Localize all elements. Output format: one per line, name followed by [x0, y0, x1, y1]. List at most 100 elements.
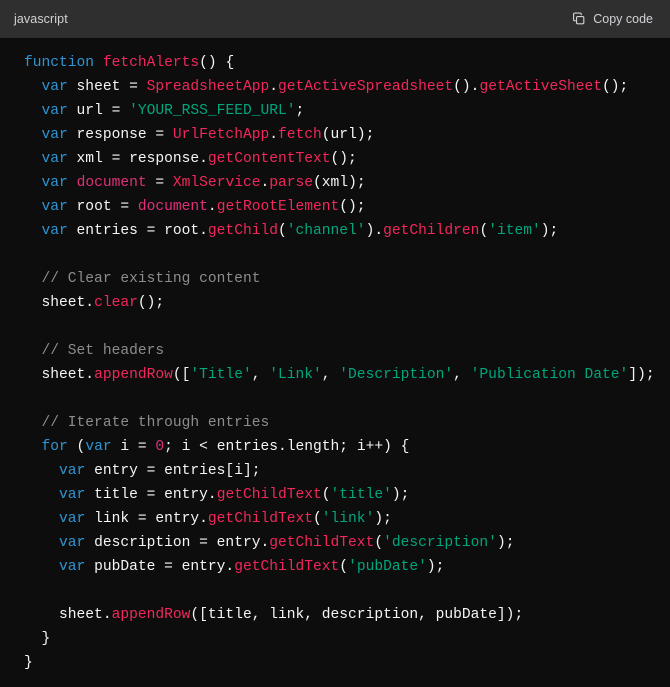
code-token: (); [137, 295, 165, 311]
code-token: ( [313, 511, 322, 527]
code-line: var document = XmlService.parse(xml); [0, 171, 670, 195]
code-token: XmlService [172, 175, 261, 191]
code-token: SpreadsheetApp [146, 79, 270, 95]
code-token: entries = root. [67, 223, 208, 239]
code-token: fetchAlerts [102, 55, 200, 71]
code-line: function fetchAlerts() { [0, 51, 670, 75]
code-token: root = [67, 199, 138, 215]
code-token: getActiveSpreadsheet [278, 79, 454, 95]
code-token: (); [339, 199, 366, 215]
code-token: var [41, 175, 68, 191]
code-token: ([title, link, description, pubDate]); [190, 607, 524, 623]
code-line: var title = entry.getChildText('title'); [0, 483, 670, 507]
code-token: xml = response. [67, 151, 208, 167]
code-token: ); [391, 487, 410, 503]
code-token: var [59, 511, 86, 527]
code-token: (); [330, 151, 357, 167]
code-token: pubDate = entry. [85, 559, 235, 575]
code-token: getChildren [383, 223, 480, 239]
code-token: 0 [155, 439, 165, 455]
code-token: ( [479, 223, 489, 239]
code-token: ; [295, 103, 305, 119]
code-token: 'item' [488, 223, 541, 239]
copy-code-label: Copy code [593, 12, 653, 26]
code-line: sheet.clear(); [0, 291, 670, 315]
code-line: for (var i = 0; i < entries.length; i++)… [0, 435, 670, 459]
code-token: entry = entries[i]; [85, 463, 261, 479]
code-content[interactable]: function fetchAlerts() { var sheet = Spr… [0, 38, 670, 687]
code-token: = [146, 175, 173, 191]
code-token: ]); [628, 367, 655, 383]
code-token: // Clear existing content [41, 271, 261, 287]
code-token: ( [339, 559, 349, 575]
code-block-panel: javascript Copy code function fetchAlert… [0, 0, 670, 687]
code-token: // Iterate through entries [41, 415, 270, 431]
code-token: 'description' [383, 535, 497, 551]
code-token: 'title' [330, 487, 392, 503]
code-token: 'Publication Date' [470, 367, 629, 383]
code-line: var xml = response.getContentText(); [0, 147, 670, 171]
code-token: 'Link' [269, 367, 322, 383]
code-token: getActiveSheet [479, 79, 603, 95]
code-token: , [251, 367, 270, 383]
code-pre: function fetchAlerts() { var sheet = Spr… [0, 51, 670, 675]
code-token: getChildText [216, 487, 322, 503]
code-line: var root = document.getRootElement(); [0, 195, 670, 219]
code-token: var [59, 559, 86, 575]
code-token: var [41, 223, 68, 239]
code-token: () { [199, 55, 235, 71]
code-token: link = entry. [85, 511, 208, 527]
code-token: ( [374, 535, 384, 551]
code-token: getContentText [207, 151, 331, 167]
code-token: ); [496, 535, 515, 551]
code-token: var [41, 199, 68, 215]
code-token: 'Description' [339, 367, 454, 383]
code-line: var entry = entries[i]; [0, 459, 670, 483]
code-token: . [260, 175, 270, 191]
copy-code-button[interactable]: Copy code [572, 12, 653, 26]
code-line: var description = entry.getChildText('de… [0, 531, 670, 555]
code-token: document [76, 175, 147, 191]
code-token: (url); [321, 127, 375, 143]
code-token: response = [67, 127, 173, 143]
code-token: var [41, 127, 68, 143]
code-token: . [207, 199, 217, 215]
code-token: ); [426, 559, 445, 575]
code-line: var link = entry.getChildText('link'); [0, 507, 670, 531]
code-token: , [321, 367, 340, 383]
code-token: // Set headers [41, 343, 165, 359]
code-token: i = [111, 439, 156, 455]
code-token: var [85, 439, 112, 455]
code-token: getChildText [207, 511, 314, 527]
code-token: appendRow [94, 367, 173, 383]
code-token: } [24, 631, 51, 647]
code-token: sheet. [24, 295, 95, 311]
code-token: 'Title' [190, 367, 252, 383]
code-token: . [269, 79, 278, 95]
code-token: function [24, 55, 95, 71]
code-line: } [0, 651, 670, 675]
code-line: sheet.appendRow([title, link, descriptio… [0, 603, 670, 627]
code-token: document [137, 199, 208, 215]
code-token: parse [269, 175, 314, 191]
code-token: sheet = [67, 79, 147, 95]
code-token: (). [453, 79, 480, 95]
code-token: (xml); [313, 175, 366, 191]
code-token: getChildText [234, 559, 340, 575]
code-token: sheet. [24, 367, 95, 383]
code-token: getRootElement [216, 199, 340, 215]
